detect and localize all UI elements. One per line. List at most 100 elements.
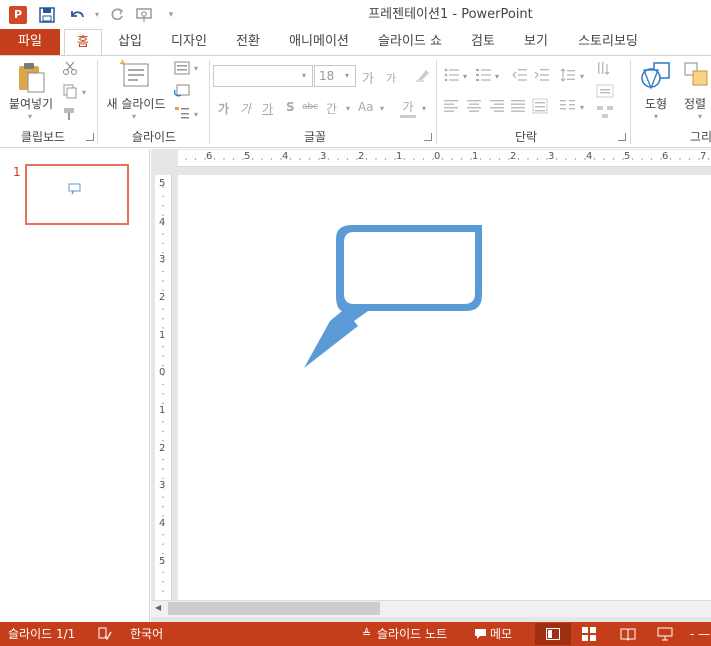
paste-dropdown-icon[interactable]: ▾ xyxy=(28,112,32,121)
text-direction-icon[interactable] xyxy=(596,60,614,78)
cut-icon[interactable] xyxy=(62,60,78,76)
character-spacing-button[interactable]: 간 xyxy=(326,100,337,117)
align-right-icon[interactable] xyxy=(488,100,504,112)
tab-review[interactable]: 검토 xyxy=(462,29,504,55)
spacing-dropdown-icon[interactable]: ▾ xyxy=(346,104,350,113)
shadow-button[interactable]: S xyxy=(286,100,295,114)
paste-icon[interactable] xyxy=(14,60,48,94)
comments-button[interactable]: 메모 xyxy=(490,622,512,646)
notes-icon[interactable]: ≜ xyxy=(362,622,374,646)
align-left-icon[interactable] xyxy=(444,100,460,112)
increase-indent-icon[interactable] xyxy=(534,68,550,82)
ruler-tick xyxy=(308,158,311,160)
numbering-icon[interactable] xyxy=(476,68,492,82)
shapes-label[interactable]: 도형 xyxy=(636,95,676,112)
ruler-tick xyxy=(251,158,254,160)
smartart-icon[interactable] xyxy=(596,104,614,120)
align-center-icon[interactable] xyxy=(466,100,482,112)
shapes-dropdown-icon[interactable]: ▾ xyxy=(654,112,658,121)
arrange-label[interactable]: 정렬 xyxy=(684,95,711,112)
numbering-dropdown-icon[interactable]: ▾ xyxy=(495,72,499,81)
font-color-button[interactable]: 가 xyxy=(400,98,416,118)
layout-icon[interactable] xyxy=(174,61,190,75)
ruler-tick xyxy=(536,158,539,160)
line-spacing-icon[interactable] xyxy=(560,68,576,82)
ruler-tick xyxy=(162,515,164,517)
section-icon[interactable] xyxy=(174,106,190,120)
ruler-tick xyxy=(162,590,164,592)
align-text-icon[interactable] xyxy=(596,84,614,98)
tab-view[interactable]: 보기 xyxy=(516,29,556,55)
slide-thumbnail[interactable] xyxy=(25,164,129,225)
ruler-tick xyxy=(346,158,349,160)
columns-icon[interactable] xyxy=(560,100,576,112)
ruler-tick xyxy=(593,158,596,160)
ruler-tick xyxy=(162,214,164,216)
tab-insert[interactable]: 삽입 xyxy=(110,29,150,55)
ruler-tick xyxy=(162,289,164,292)
tab-animations[interactable]: 애니메이션 xyxy=(282,29,356,55)
bullets-dropdown-icon[interactable]: ▾ xyxy=(463,72,467,81)
paste-label[interactable]: 붙여넣기 xyxy=(4,95,58,112)
scrollbar-thumb[interactable] xyxy=(168,602,380,615)
paragraph-launcher-icon[interactable] xyxy=(618,133,626,141)
paragraph-group-label: 단락 xyxy=(514,130,538,144)
section-dropdown-icon[interactable]: ▾ xyxy=(194,110,198,119)
copy-icon[interactable] xyxy=(62,84,78,100)
speech-bubble-shape[interactable] xyxy=(304,225,482,368)
bold-button[interactable]: 가 xyxy=(218,100,229,117)
language-indicator[interactable]: 한국어 xyxy=(130,622,163,646)
arrange-dropdown-icon[interactable]: ▾ xyxy=(698,112,702,121)
italic-button[interactable]: 가 xyxy=(240,100,251,117)
underline-button[interactable]: 가 xyxy=(262,100,273,117)
font-name-combo[interactable] xyxy=(213,65,313,87)
font-launcher-icon[interactable] xyxy=(424,133,432,141)
font-size-dropdown-icon[interactable]: ▾ xyxy=(345,71,349,80)
shapes-icon[interactable] xyxy=(638,58,672,92)
slide-sorter-icon[interactable] xyxy=(582,626,598,642)
justify-icon[interactable] xyxy=(510,100,526,112)
reading-view-icon[interactable] xyxy=(620,626,636,642)
grow-font-button[interactable]: 가 xyxy=(362,68,374,87)
ruler-label: 4 xyxy=(159,217,166,228)
clear-formatting-icon[interactable] xyxy=(414,66,432,84)
normal-view-button[interactable] xyxy=(535,623,571,645)
slide-canvas[interactable] xyxy=(178,175,711,600)
strikethrough-button[interactable]: abc xyxy=(302,102,318,112)
format-painter-icon[interactable] xyxy=(62,106,78,122)
font-size-combo[interactable]: 18 xyxy=(314,65,356,87)
notes-button[interactable]: 슬라이드 노트 xyxy=(377,622,447,646)
tab-design[interactable]: 디자인 xyxy=(164,29,214,55)
columns-dropdown-icon[interactable]: ▾ xyxy=(580,103,584,112)
slide-indicator: 슬라이드 1/1 xyxy=(8,627,76,641)
tab-slideshow[interactable]: 슬라이드 쇼 xyxy=(370,29,450,55)
clipboard-launcher-icon[interactable] xyxy=(86,133,94,141)
decrease-indent-icon[interactable] xyxy=(512,68,528,82)
shrink-font-button[interactable]: 가 xyxy=(386,70,396,86)
new-slide-label[interactable]: 새 슬라이드 xyxy=(102,95,170,112)
font-name-dropdown-icon[interactable]: ▾ xyxy=(302,71,306,80)
new-slide-icon[interactable] xyxy=(119,59,152,90)
tab-storyboarding[interactable]: 스토리보딩 xyxy=(568,29,648,55)
bullets-icon[interactable] xyxy=(444,68,460,82)
layout-dropdown-icon[interactable]: ▾ xyxy=(194,64,198,73)
font-color-dropdown-icon[interactable]: ▾ xyxy=(422,104,426,113)
change-case-button[interactable]: Aa xyxy=(358,100,374,114)
tab-transitions[interactable]: 전환 xyxy=(226,29,270,55)
comments-icon[interactable] xyxy=(474,622,488,646)
slideshow-icon[interactable] xyxy=(657,626,673,642)
ruler-label: 3 xyxy=(159,254,166,265)
spell-check-icon[interactable] xyxy=(98,622,114,646)
reset-icon[interactable] xyxy=(173,84,190,98)
scroll-left-icon[interactable]: ◀ xyxy=(155,603,161,612)
tab-home[interactable]: 홈 xyxy=(64,29,102,56)
tab-file[interactable]: 파일 xyxy=(0,29,60,55)
new-slide-dropdown-icon[interactable]: ▾ xyxy=(132,112,136,121)
zoom-out-icon[interactable]: - — xyxy=(690,622,711,646)
arrange-icon[interactable] xyxy=(684,60,711,92)
line-spacing-dropdown-icon[interactable]: ▾ xyxy=(580,72,584,81)
distributed-icon[interactable] xyxy=(532,98,548,114)
case-dropdown-icon[interactable]: ▾ xyxy=(380,104,384,113)
ruler-label: 5 xyxy=(159,178,166,189)
copy-dropdown-icon[interactable]: ▾ xyxy=(82,88,86,97)
